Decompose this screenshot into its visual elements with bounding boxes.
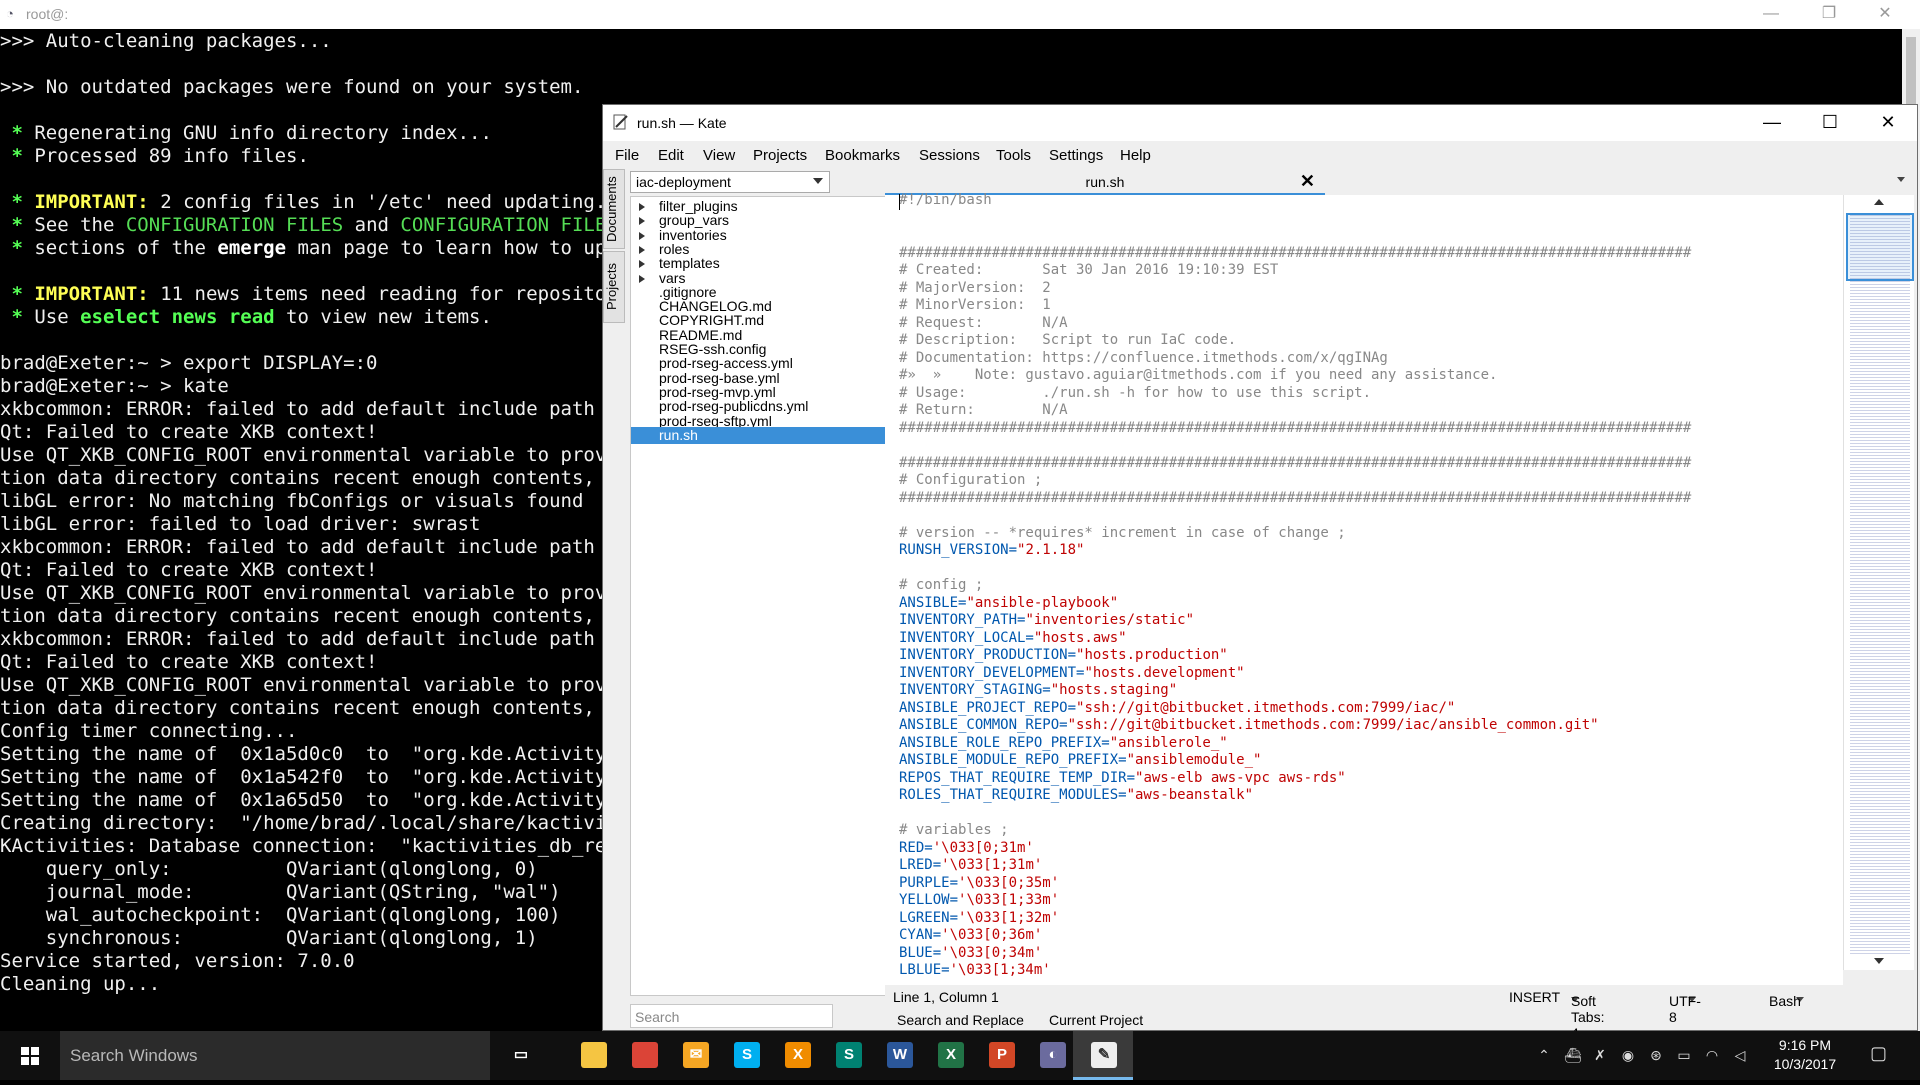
kate-icon: ✎	[1091, 1042, 1117, 1068]
menu-file[interactable]: File	[615, 147, 639, 164]
expand-arrow-icon[interactable]	[639, 274, 645, 283]
restore-button[interactable]: ❐	[1806, 0, 1852, 29]
volume-icon[interactable]: ◁	[1732, 1047, 1748, 1063]
kate-window-title: run.sh — Kate	[637, 115, 727, 131]
menu-settings[interactable]: Settings	[1049, 147, 1103, 164]
terminal-window-title: root@:	[26, 6, 69, 22]
expand-arrow-icon[interactable]	[639, 245, 645, 254]
code-text: #!/bin/bash ############################…	[899, 192, 1692, 978]
expand-arrow-icon[interactable]	[639, 231, 645, 240]
terminal-titlebar: ◔ root@: — ❐ ✕	[0, 0, 1920, 30]
docker-icon[interactable]: ⛴	[1564, 1047, 1582, 1063]
input-mode[interactable]: INSERT	[1509, 989, 1560, 1005]
chevron-down-icon	[813, 178, 823, 184]
side-tab-documents[interactable]: Documents	[603, 169, 625, 249]
search-replace-button[interactable]: Search and Replace	[897, 1012, 1024, 1028]
chrome-tray-icon[interactable]: ◉	[1620, 1047, 1636, 1063]
menu-bookmarks[interactable]: Bookmarks	[825, 147, 900, 164]
word-icon: W	[887, 1042, 913, 1068]
tree-file-item[interactable]: run.sh	[631, 426, 899, 445]
cursor-position[interactable]: Line 1, Column 1	[893, 989, 999, 1005]
scroll-up-icon[interactable]	[1874, 199, 1884, 205]
syntax-setting[interactable]: Bash	[1769, 989, 1805, 1009]
kate-maximize-button[interactable]: ☐	[1801, 105, 1859, 141]
project-select[interactable]: iac-deployment	[630, 171, 830, 193]
task-view-icon: ▭	[508, 1042, 534, 1068]
taskbar-search-placeholder: Search Windows	[70, 1046, 198, 1065]
expand-arrow-icon[interactable]	[639, 217, 645, 226]
tab-label: run.sh	[1085, 174, 1125, 190]
kate-titlebar: run.sh — Kate — ☐ ✕	[603, 105, 1917, 141]
minimap-scrollbar[interactable]	[1843, 195, 1914, 970]
wifi-icon[interactable]: ◠	[1704, 1047, 1720, 1063]
terminal-text: >>> Auto-cleaning packages... >>> No out…	[0, 30, 630, 995]
file-explorer-icon	[581, 1042, 607, 1068]
close-tab-icon[interactable]: ✕	[1300, 171, 1315, 192]
notifications-icon[interactable]: ▢	[1870, 1044, 1887, 1062]
tree-item-label: run.sh	[659, 426, 698, 443]
syntax-label: Bash	[1769, 993, 1801, 1009]
tree-search-placeholder: Search	[635, 1009, 680, 1025]
menu-sessions[interactable]: Sessions	[919, 147, 980, 164]
kate-app-icon	[613, 114, 628, 130]
kate-minimize-button[interactable]: —	[1743, 105, 1801, 141]
tab-list-icon[interactable]	[1897, 177, 1905, 182]
expand-arrow-icon[interactable]	[639, 203, 645, 211]
menu-bar: File Edit View Projects Bookmarks Sessio…	[603, 141, 1917, 167]
indent-setting[interactable]: Soft Tabs: 4	[1571, 989, 1604, 1041]
minimap-lines	[1850, 215, 1910, 955]
current-project-button[interactable]: Current Project	[1049, 1012, 1143, 1028]
xming-icon: X	[785, 1042, 811, 1068]
battery-icon[interactable]: ▭	[1676, 1047, 1692, 1063]
excel-icon: X	[938, 1042, 964, 1068]
minimap-viewport[interactable]	[1846, 213, 1914, 281]
nvidia-icon[interactable]: ⊛	[1648, 1047, 1664, 1063]
tree-search-input[interactable]: Search	[630, 1004, 833, 1028]
chevron-up-icon[interactable]: ⌃	[1536, 1047, 1552, 1063]
close-button[interactable]: ✕	[1862, 0, 1908, 29]
tool-view-bar: Search and Replace Current Project	[885, 1011, 1915, 1031]
clock-time: 9:16 PM	[1778, 1037, 1832, 1053]
clock-date: 10/3/2017	[1773, 1056, 1837, 1072]
windows-logo-icon	[21, 1047, 39, 1065]
code-editor[interactable]: #!/bin/bash ############################…	[885, 192, 1843, 985]
skype-icon: S	[734, 1042, 760, 1068]
menu-projects[interactable]: Projects	[753, 147, 807, 164]
xming-tray-icon[interactable]: ✗	[1592, 1047, 1608, 1063]
minimize-button[interactable]: —	[1748, 0, 1794, 29]
expand-arrow-icon[interactable]	[639, 260, 645, 269]
encoding-setting[interactable]: UTF-8	[1669, 989, 1701, 1025]
taskbar: Search Windows ▭ ✉ S X S W X P ◐ ✎ ⌃ ⛴ ✗ ◉ ⊛ ▭ ◠ …	[0, 1031, 1920, 1080]
xserver-icon: ◐	[1040, 1042, 1066, 1068]
project-select-value: iac-deployment	[636, 174, 731, 190]
taskbar-task-view[interactable]: ▭	[490, 1031, 550, 1080]
scrollbar-thumb[interactable]	[1906, 37, 1916, 109]
mail-icon: ✉	[683, 1042, 709, 1068]
system-clock[interactable]: 9:16 PM 10/3/2017	[1760, 1036, 1850, 1074]
status-bar: Line 1, Column 1 INSERT Soft Tabs: 4 UTF…	[885, 985, 1915, 1041]
side-tab-bar: Documents Projects	[603, 167, 625, 327]
powerpoint-icon: P	[989, 1042, 1015, 1068]
taskbar-kate[interactable]: ✎	[1073, 1031, 1133, 1080]
start-button[interactable]	[0, 1031, 60, 1080]
scroll-down-icon[interactable]	[1874, 958, 1884, 964]
text-cursor	[899, 194, 900, 210]
project-file-tree[interactable]: filter_plugins group_vars inventories roles…	[630, 196, 900, 996]
menu-help[interactable]: Help	[1120, 147, 1151, 164]
menu-edit[interactable]: Edit	[658, 147, 684, 164]
sway-icon: S	[836, 1042, 862, 1068]
kate-window: run.sh — Kate — ☐ ✕ File Edit View Proje…	[602, 104, 1918, 1041]
menu-tools[interactable]: Tools	[996, 147, 1031, 164]
terminal-app-icon: ◔	[6, 6, 14, 21]
taskbar-search-input[interactable]: Search Windows	[60, 1031, 490, 1080]
side-tab-projects[interactable]: Projects	[603, 251, 625, 323]
kate-close-button[interactable]: ✕	[1859, 105, 1917, 141]
chrome-icon	[632, 1042, 658, 1068]
menu-view[interactable]: View	[703, 147, 735, 164]
